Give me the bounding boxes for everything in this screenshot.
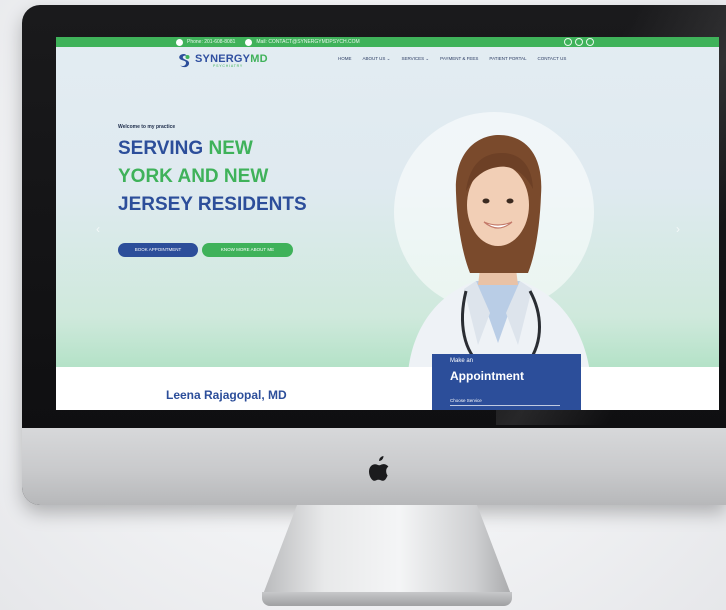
phone-link[interactable]: Phone: 201-608-8081 <box>187 37 235 47</box>
doctor-name: Leena Rajagopal, MD <box>166 388 287 402</box>
top-contact-bar: Phone: 201-608-8081 Mail: CONTACT@SYNERG… <box>56 37 719 47</box>
book-appointment-button[interactable]: BOOK APPOINTMENT <box>118 243 198 257</box>
appointment-title: Appointment <box>450 369 524 383</box>
facebook-icon[interactable] <box>564 38 572 46</box>
nav-contact-us[interactable]: CONTACT US <box>538 56 567 62</box>
appointment-make: Make an <box>450 358 474 364</box>
lower-white-section <box>56 367 719 410</box>
logo-mark-icon <box>179 54 190 68</box>
monitor-stand-base <box>262 592 512 606</box>
logo-name-b: MD <box>250 52 268 65</box>
logo-name-a: SYNERGY <box>195 52 251 65</box>
headline-part: SERVING <box>118 138 209 159</box>
know-more-button[interactable]: KNOW MORE ABOUT ME <box>202 243 293 257</box>
chevron-right-icon[interactable]: › <box>676 222 680 236</box>
nav-payment-fees[interactable]: PAYMENT & FEES <box>440 56 478 62</box>
headline-part-green: NEW <box>208 138 253 159</box>
nav-patient-portal[interactable]: PATIENT PORTAL <box>489 56 526 62</box>
logo-tagline: PSYCHIATRY <box>213 63 244 68</box>
nav-services[interactable]: SERVICES ⌄ <box>401 56 429 62</box>
chevron-left-icon[interactable]: ‹ <box>96 222 100 236</box>
monitor-stand <box>262 505 512 597</box>
main-nav: HOME ABOUT US ⌄ SERVICES ⌄ PAYMENT & FEE… <box>338 56 566 62</box>
nav-home[interactable]: HOME <box>338 56 352 62</box>
headline-part: JERSEY RESIDENTS <box>118 194 307 215</box>
website-screen: Phone: 201-608-8081 Mail: CONTACT@SYNERG… <box>56 37 719 410</box>
nav-about-us[interactable]: ABOUT US ⌄ <box>363 56 391 62</box>
choose-service-select[interactable]: Choose Service <box>450 396 560 406</box>
apple-logo-icon <box>369 456 389 481</box>
appointment-panel: Make an Appointment Choose Service <box>432 354 581 410</box>
headline-part-green: NEW <box>223 166 269 187</box>
headline-part-green: YORK AND <box>118 166 224 187</box>
welcome-text: Welcome to my practice <box>118 124 176 130</box>
synergy-md-logo[interactable]: SYNERGYMD PSYCHIATRY <box>176 50 268 72</box>
mail-icon <box>245 38 253 46</box>
instagram-icon[interactable] <box>586 38 594 46</box>
doctor-photo <box>408 135 590 373</box>
phone-icon <box>176 38 183 46</box>
twitter-icon[interactable] <box>575 38 583 46</box>
mail-link[interactable]: Mail: CONTACT@SYNERGYMDPSYCH.COM <box>256 37 359 47</box>
hero-headline: SERVING NEW YORK AND NEW JERSEY RESIDENT… <box>118 135 348 219</box>
